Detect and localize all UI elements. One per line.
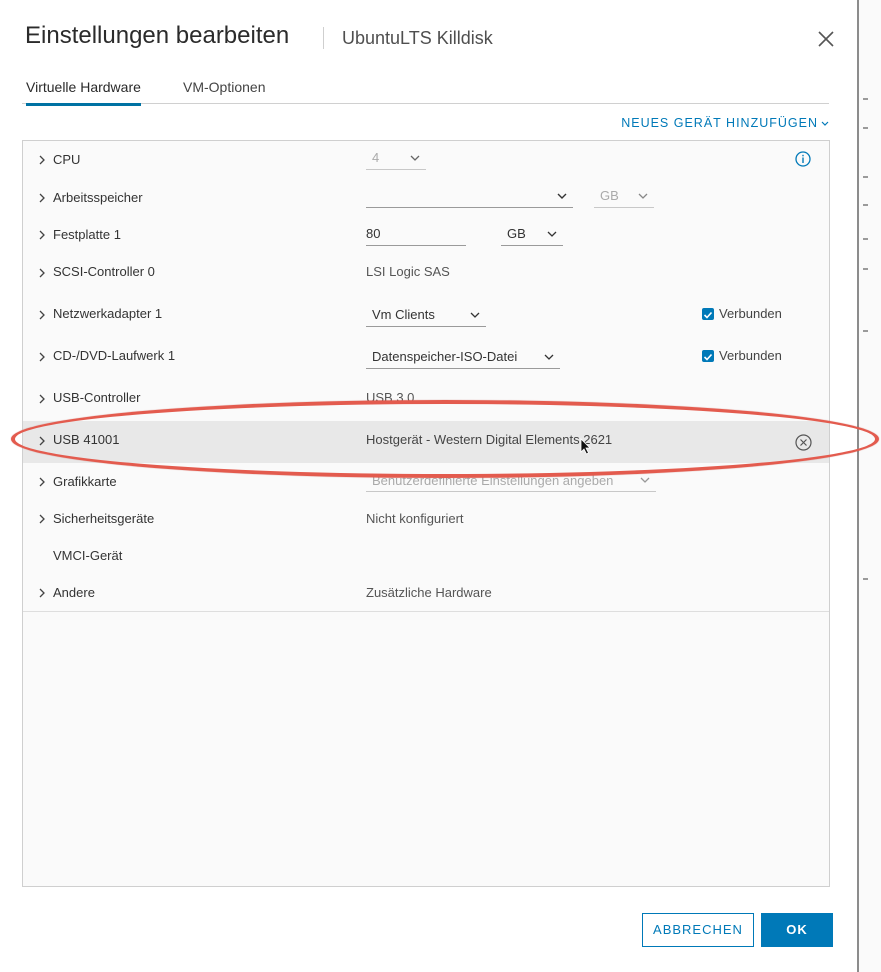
device-row-cddvd1: CD-/DVD-Laufwerk 1 Datenspeicher-ISO-Dat… [23, 337, 829, 380]
chevron-right-icon[interactable] [38, 268, 46, 278]
other-label: Andere [53, 585, 95, 600]
cddvd1-media-value: Datenspeicher-ISO-Datei [372, 349, 518, 364]
nic1-network-select[interactable]: Vm Clients [366, 306, 486, 327]
checkmark-icon [703, 353, 713, 361]
usb-41001-value: Hostgerät - Western Digital Elements 262… [366, 432, 613, 447]
tab-bar: Virtuelle Hardware VM-Optionen [22, 74, 829, 106]
video-settings-value: Benutzerdefinierte Einstellungen angeben [372, 473, 614, 488]
device-row-nic1: Netzwerkadapter 1 Vm Clients Verbunden [23, 295, 829, 338]
memory-unit-value: GB [600, 188, 619, 203]
scsi0-value: LSI Logic SAS [366, 264, 450, 279]
chevron-right-icon[interactable] [38, 588, 46, 598]
device-row-memory: Arbeitsspeicher GB [23, 179, 829, 217]
close-button[interactable] [814, 27, 838, 51]
memory-size-select[interactable] [366, 187, 573, 208]
chevron-right-icon[interactable] [38, 310, 46, 320]
edge-mark [863, 330, 868, 332]
chevron-right-icon[interactable] [38, 514, 46, 524]
edge-mark [863, 98, 868, 100]
edit-settings-dialog: Einstellungen bearbeiten UbuntuLTS Killd… [0, 0, 857, 972]
chevron-right-icon[interactable] [38, 230, 46, 240]
nic1-connected-label: Verbunden [719, 306, 782, 321]
disk1-size-input[interactable]: 80 [366, 225, 466, 246]
checkmark-icon [703, 311, 713, 319]
tab-virtual-hardware[interactable]: Virtuelle Hardware [26, 79, 141, 106]
scsi0-label: SCSI-Controller 0 [53, 264, 155, 279]
tab-vm-options[interactable]: VM-Optionen [183, 79, 265, 95]
cddvd1-media-select[interactable]: Datenspeicher-ISO-Datei [366, 348, 560, 369]
security-value: Nicht konfiguriert [366, 511, 464, 526]
other-value: Zusätzliche Hardware [366, 585, 492, 600]
cddvd1-connected-label: Verbunden [719, 348, 782, 363]
ok-button[interactable]: OK [761, 913, 833, 947]
dialog-title: Einstellungen bearbeiten [25, 22, 290, 49]
chevron-down-icon [547, 231, 557, 237]
edge-mark [863, 238, 868, 240]
device-row-security: Sicherheitsgeräte Nicht konfiguriert [23, 500, 829, 538]
chevron-down-icon [544, 354, 554, 360]
edge-mark [863, 176, 868, 178]
chevron-right-icon[interactable] [38, 155, 46, 165]
device-list: CPU 4 Arbeitsspeicher GB Festplatte 1 80… [22, 140, 830, 887]
device-row-disk1: Festplatte 1 80 GB [23, 216, 829, 254]
nic1-network-value: Vm Clients [372, 307, 435, 322]
chevron-right-icon[interactable] [38, 352, 46, 362]
cpu-count-select[interactable]: 4 [366, 149, 426, 170]
memory-label: Arbeitsspeicher [53, 190, 143, 205]
usb-controller-label: USB-Controller [53, 390, 141, 405]
vmci-label: VMCI-Gerät [53, 548, 123, 563]
edge-mark [863, 127, 868, 129]
device-row-scsi0: SCSI-Controller 0 LSI Logic SAS [23, 253, 829, 296]
edge-mark [863, 204, 868, 206]
video-settings-select[interactable]: Benutzerdefinierte Einstellungen angeben [366, 471, 656, 492]
chevron-right-icon[interactable] [38, 477, 46, 487]
disk1-unit-value: GB [507, 226, 526, 241]
remove-circle-icon[interactable] [795, 434, 812, 451]
chevron-down-icon [640, 477, 650, 483]
memory-unit-select[interactable]: GB [594, 187, 654, 208]
cpu-label: CPU [53, 152, 81, 167]
disk1-label: Festplatte 1 [53, 227, 121, 242]
chevron-right-icon[interactable] [38, 193, 46, 203]
chevron-right-icon[interactable] [38, 436, 46, 446]
vm-name: UbuntuLTS Killdisk [342, 28, 493, 48]
title-separator [323, 27, 324, 49]
background-page-edge [857, 0, 881, 972]
edge-mark [863, 578, 868, 580]
chevron-down-icon [638, 193, 648, 199]
add-new-device-button[interactable]: NEUES GERÄT HINZUFÜGEN [621, 116, 829, 130]
cancel-button[interactable]: ABBRECHEN [642, 913, 754, 947]
chevron-down-icon [470, 312, 480, 318]
edge-mark [863, 268, 868, 270]
video-label: Grafikkarte [53, 474, 117, 489]
nic1-connected-checkbox[interactable] [702, 308, 714, 320]
device-row-usb-controller: USB-Controller USB 3.0 [23, 379, 829, 422]
usb-41001-label: USB 41001 [53, 432, 120, 447]
cpu-count-value: 4 [372, 150, 380, 165]
nic1-label: Netzwerkadapter 1 [53, 306, 163, 321]
disk1-unit-select[interactable]: GB [501, 225, 563, 246]
usb-controller-value: USB 3.0 [366, 390, 415, 405]
device-row-cpu: CPU 4 [23, 141, 829, 180]
device-row-video: Grafikkarte Benutzerdefinierte Einstellu… [23, 463, 829, 501]
info-icon[interactable] [795, 151, 811, 167]
chevron-right-icon[interactable] [38, 394, 46, 404]
close-icon [818, 31, 834, 47]
chevron-down-icon [821, 116, 829, 130]
device-row-usb-41001[interactable]: USB 41001 Hostgerät - Western Digital El… [23, 421, 829, 464]
disk1-size-value: 80 [366, 226, 381, 241]
cddvd1-connected-checkbox[interactable] [702, 350, 714, 362]
chevron-down-icon [557, 193, 567, 199]
device-row-other: Andere Zusätzliche Hardware [23, 574, 829, 612]
chevron-down-icon [410, 155, 420, 161]
device-row-vmci: VMCI-Gerät [23, 537, 829, 575]
mouse-cursor-icon [580, 438, 591, 455]
add-new-device-label: NEUES GERÄT HINZUFÜGEN [621, 116, 818, 130]
cddvd1-label: CD-/DVD-Laufwerk 1 [53, 348, 176, 363]
security-label: Sicherheitsgeräte [53, 511, 155, 526]
